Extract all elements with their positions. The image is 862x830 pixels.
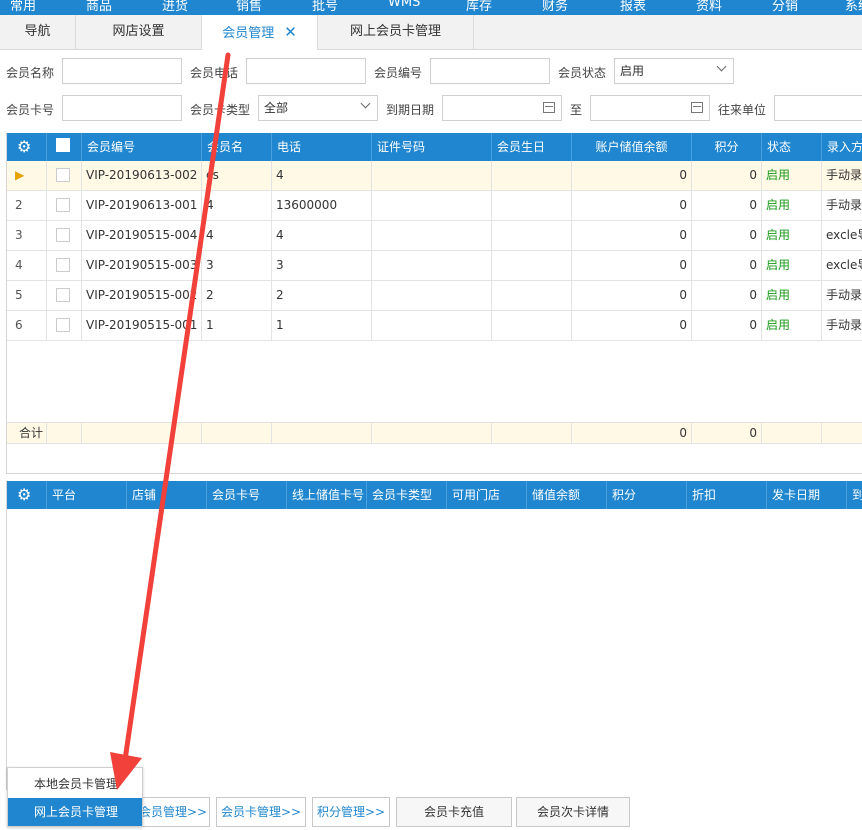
annotation-arrow-shaft bbox=[122, 52, 231, 763]
annotation-arrow-head bbox=[110, 752, 142, 790]
annotation-arrow bbox=[110, 52, 231, 790]
